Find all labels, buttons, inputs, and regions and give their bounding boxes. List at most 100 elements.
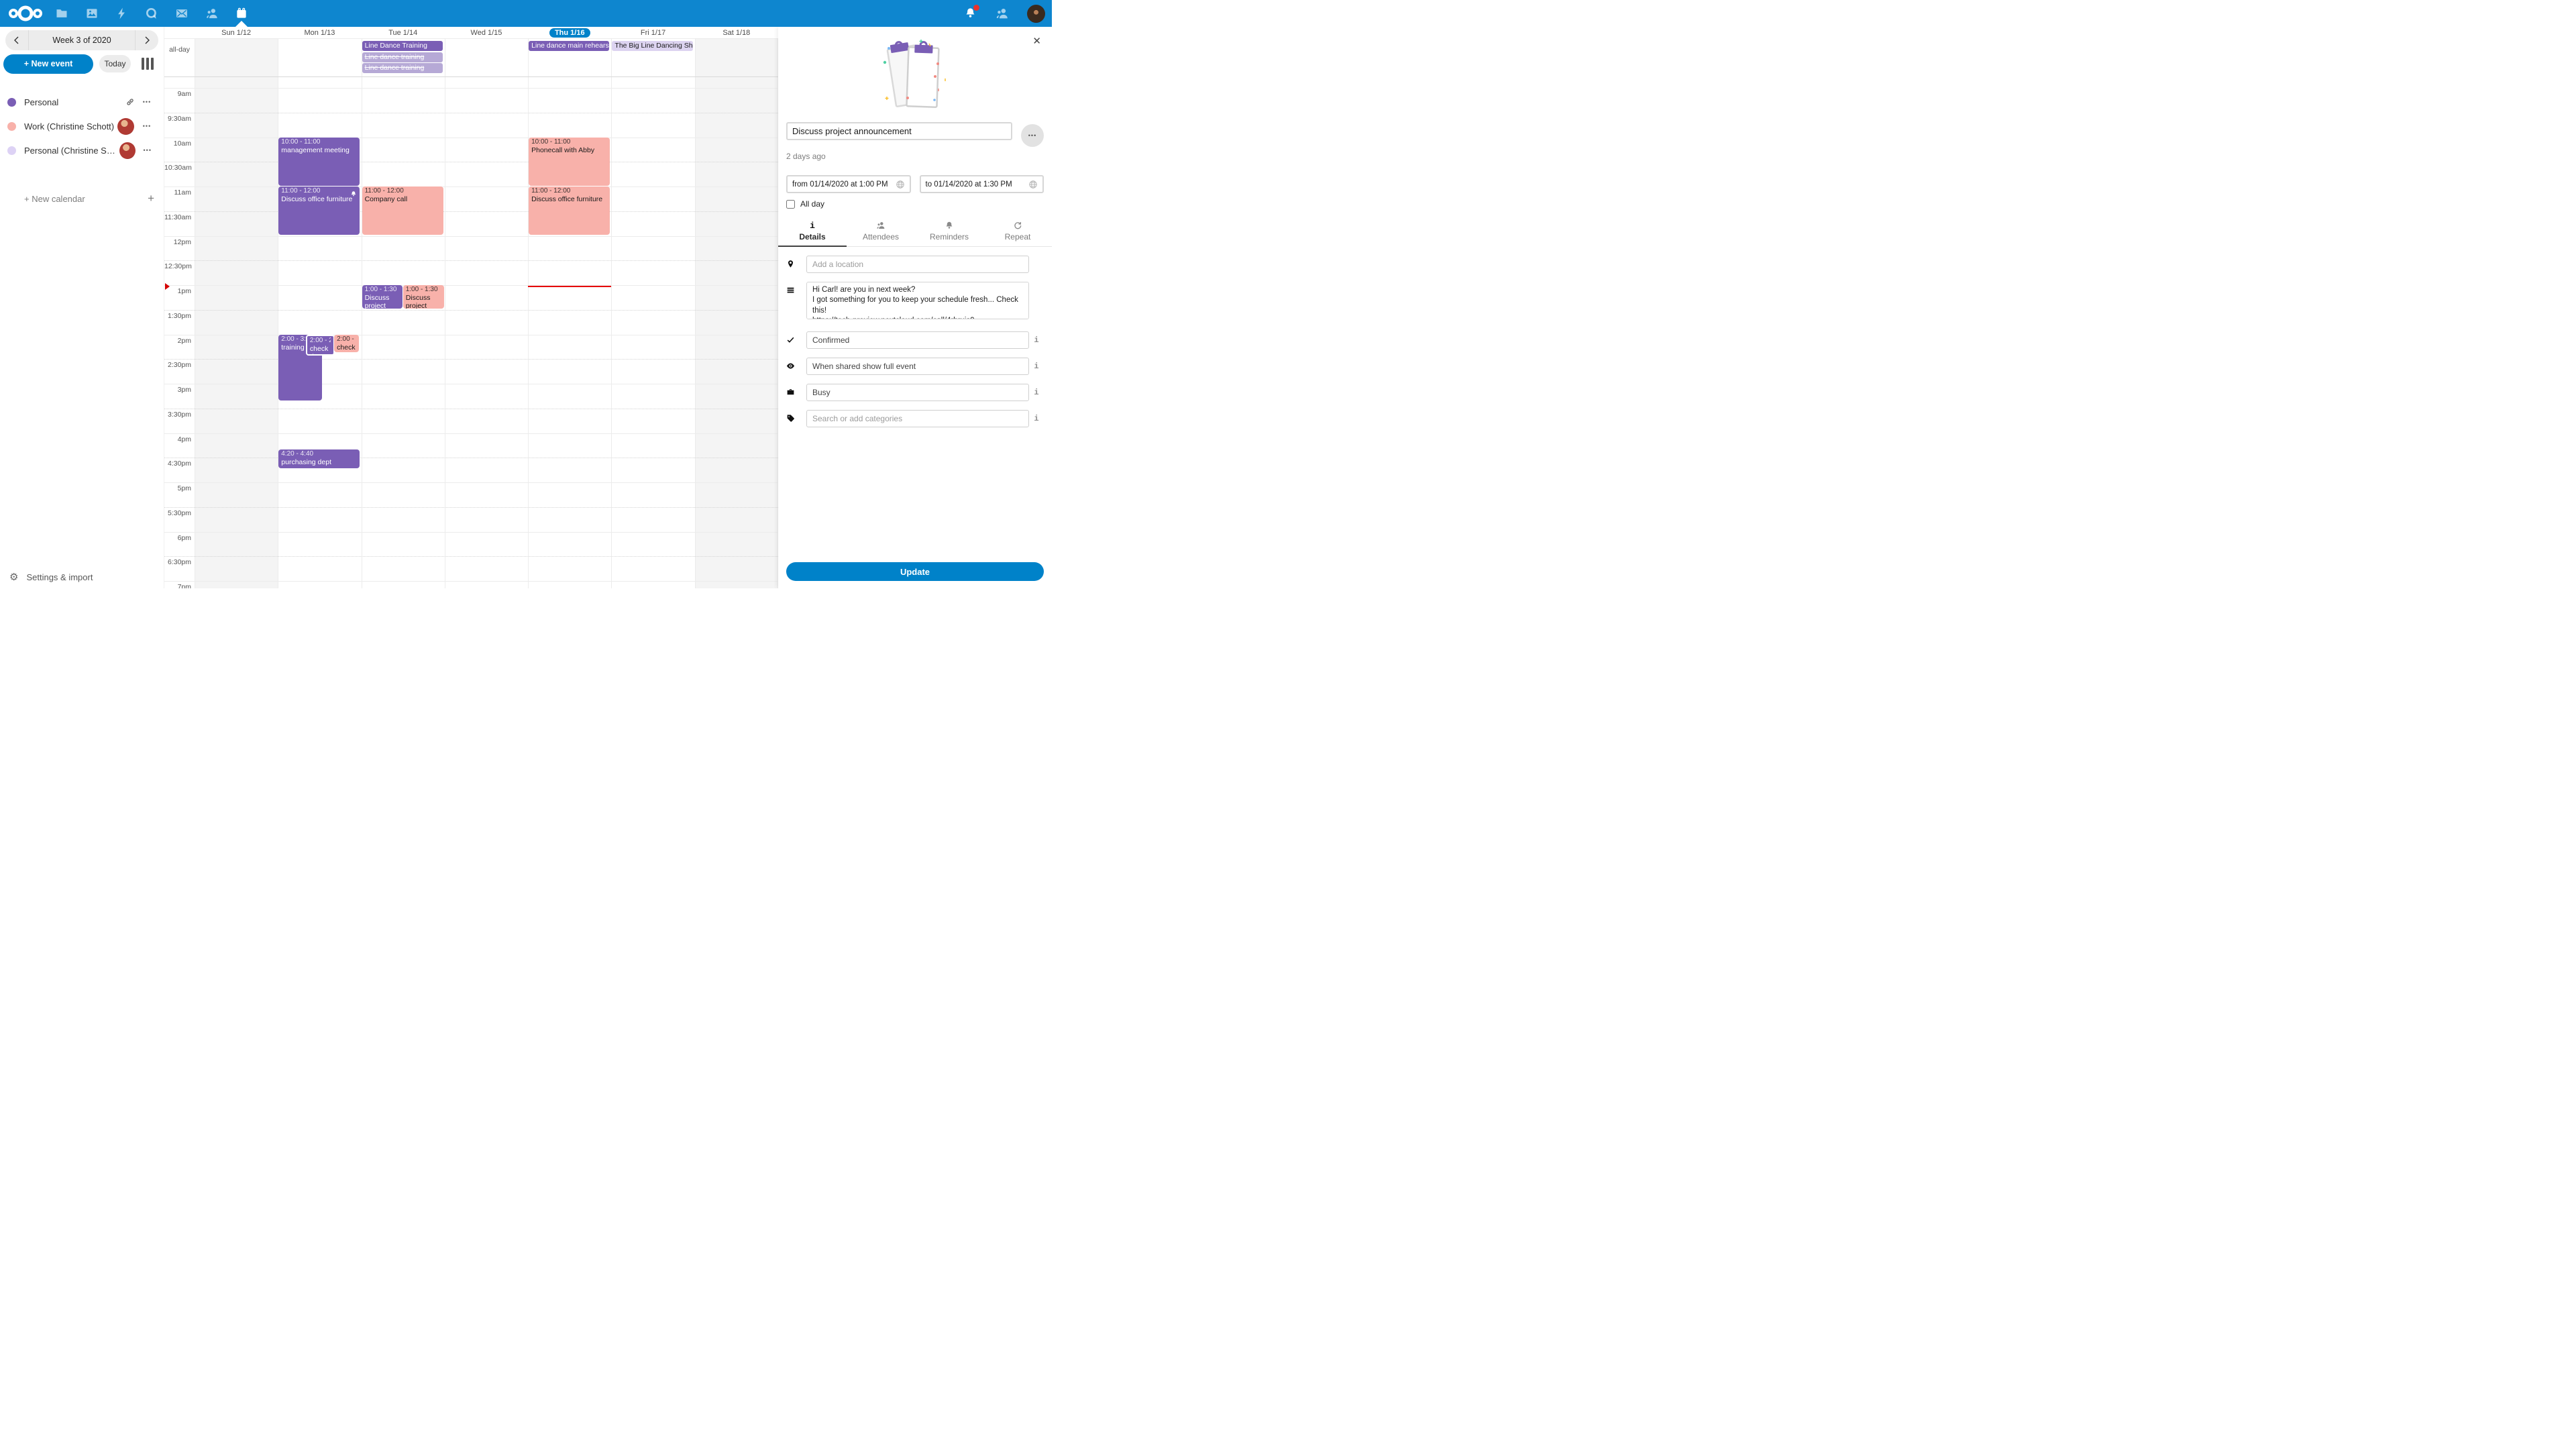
day-header-cell: Fri 1/17 xyxy=(611,27,694,38)
visibility-info-icon[interactable]: i xyxy=(1029,358,1044,375)
day-label: Fri 1/17 xyxy=(641,29,665,37)
calendar-color-dot xyxy=(7,146,16,155)
day-label: Mon 1/13 xyxy=(304,29,335,37)
notifications-bell-icon[interactable] xyxy=(964,7,977,20)
allday-event[interactable]: Line dance training xyxy=(362,52,443,62)
calendar-item[interactable]: Personal ••• xyxy=(0,90,164,114)
calendar-item[interactable]: Personal (Christine Schott)••• xyxy=(0,138,164,162)
half-hour-line xyxy=(164,310,778,311)
app-mail-icon[interactable] xyxy=(167,0,197,27)
hour-line xyxy=(164,532,778,533)
visibility-select[interactable]: When shared show full event xyxy=(806,358,1029,375)
end-date-field[interactable]: to 01/14/2020 at 1:30 PM xyxy=(920,175,1044,193)
freebusy-info-icon[interactable]: i xyxy=(1029,384,1044,401)
categories-input[interactable] xyxy=(806,410,1029,427)
event[interactable]: 2:00 - 2:20check-in xyxy=(334,335,359,353)
tab-label: Details xyxy=(778,232,847,242)
calendar-actions-menu-icon[interactable]: ••• xyxy=(140,147,156,154)
app-calendar-icon[interactable] xyxy=(227,0,257,27)
previous-week-button[interactable] xyxy=(5,30,28,50)
app-files-icon[interactable] xyxy=(47,0,77,27)
day-header-cell: Tue 1/14 xyxy=(362,27,445,38)
new-event-button[interactable]: + New event xyxy=(3,54,93,74)
allday-checkbox[interactable] xyxy=(786,200,795,209)
week-view-toggle-icon[interactable] xyxy=(142,58,154,70)
day-header-cell: Wed 1/15 xyxy=(445,27,528,38)
time-label: 6:30pm xyxy=(164,558,191,566)
event[interactable]: 1:00 - 1:30Discuss project xyxy=(403,285,444,309)
event-time: 10:00 - 11:00 xyxy=(531,138,607,146)
event[interactable]: 10:00 - 11:00Phonecall with Abby xyxy=(529,138,610,186)
app-talk-icon[interactable] xyxy=(137,0,167,27)
time-grid[interactable]: 9am9:30am10am10:30am11am11:30am12pm12:30… xyxy=(164,77,778,588)
app-contacts-icon[interactable] xyxy=(197,0,227,27)
description-row: Hi Carl! are you in next week? I got som… xyxy=(786,282,1044,323)
hour-line xyxy=(164,581,778,582)
eye-icon xyxy=(786,358,800,375)
allday-label: all-day xyxy=(164,46,193,54)
settings-import-button[interactable]: ⚙ Settings & import xyxy=(9,571,93,583)
next-week-button[interactable] xyxy=(136,30,158,50)
event[interactable]: 11:00 - 12:00Discuss office furniture xyxy=(529,186,610,235)
location-input[interactable] xyxy=(806,256,1029,273)
categories-row: i xyxy=(786,410,1044,427)
event-title-input[interactable] xyxy=(786,122,1012,140)
description-textarea[interactable]: Hi Carl! are you in next week? I got som… xyxy=(806,282,1029,319)
categories-info-icon[interactable]: i xyxy=(1029,410,1044,427)
calendar-actions-menu-icon[interactable]: ••• xyxy=(138,123,156,129)
calendar-owner-avatar xyxy=(117,118,134,135)
calendar-color-dot xyxy=(7,98,16,107)
time-label: 3pm xyxy=(164,386,191,394)
tab-repeat[interactable]: Repeat xyxy=(983,218,1052,246)
allday-event[interactable]: Line dance training xyxy=(362,63,443,73)
allday-event[interactable]: Line Dance Training xyxy=(362,41,443,51)
app-photos-icon[interactable] xyxy=(77,0,107,27)
calendar-actions-menu-icon[interactable]: ••• xyxy=(138,99,156,105)
allday-event[interactable]: The Big Line Dancing Show xyxy=(612,41,692,51)
event-actions-menu-button[interactable]: ••• xyxy=(1021,124,1044,147)
close-icon[interactable]: ✕ xyxy=(1032,35,1041,47)
event-time: 4:20 - 4:40 xyxy=(281,450,357,458)
allday-checkbox-label: All day xyxy=(800,199,824,209)
event[interactable]: 11:00 - 12:00Company call xyxy=(362,186,443,235)
nextcloud-logo[interactable] xyxy=(8,3,43,24)
half-hour-line xyxy=(164,507,778,508)
share-link-icon[interactable] xyxy=(122,97,138,107)
day-header-cell: Mon 1/13 xyxy=(278,27,361,38)
new-calendar-button[interactable]: + New calendar + xyxy=(0,189,164,209)
event[interactable]: 4:20 - 4:40purchasing dept xyxy=(278,449,360,468)
user-avatar[interactable] xyxy=(1027,5,1045,23)
time-label: 9:30am xyxy=(164,115,191,123)
status-select[interactable]: Confirmed xyxy=(806,331,1029,349)
allday-checkbox-row: All day xyxy=(786,199,1044,209)
app-activity-icon[interactable] xyxy=(107,0,137,27)
calendar-item[interactable]: Work (Christine Schott)••• xyxy=(0,114,164,138)
start-date-field[interactable]: from 01/14/2020 at 1:00 PM xyxy=(786,175,911,193)
event[interactable]: 10:00 - 11:00management meeting xyxy=(278,138,360,186)
visibility-row: When shared show full event i xyxy=(786,358,1044,375)
time-label: 10am xyxy=(164,140,191,148)
tab-attendees[interactable]: Attendees xyxy=(847,218,915,246)
event[interactable]: 1:00 - 1:30Discuss project announcement xyxy=(362,285,403,309)
event-time: 11:00 - 12:00 xyxy=(531,187,607,195)
event[interactable]: 2:00 - 2:30check-in xyxy=(306,335,335,356)
timezone-globe-icon[interactable] xyxy=(1028,180,1038,189)
location-pin-icon xyxy=(786,256,800,273)
freebusy-select[interactable]: Busy xyxy=(806,384,1029,401)
allday-event[interactable]: Line dance main rehearsal xyxy=(529,41,609,51)
contacts-menu-icon[interactable] xyxy=(995,6,1010,21)
week-label[interactable]: Week 3 of 2020 xyxy=(28,30,136,50)
current-time-arrow-icon xyxy=(165,283,170,290)
tab-details[interactable]: iDetails xyxy=(778,218,847,246)
event-title: purchasing dept xyxy=(281,458,357,466)
day-label: Sun 1/12 xyxy=(221,29,251,37)
timezone-globe-icon[interactable] xyxy=(896,180,905,189)
today-button[interactable]: Today xyxy=(99,55,131,72)
calendar-name: Personal xyxy=(24,97,58,107)
status-info-icon[interactable]: i xyxy=(1029,331,1044,349)
location-row xyxy=(786,256,1044,273)
tab-reminders[interactable]: Reminders xyxy=(915,218,983,246)
half-hour-line xyxy=(164,556,778,557)
update-button[interactable]: Update xyxy=(786,562,1044,581)
event[interactable]: 11:00 - 12:00Discuss office furniture xyxy=(278,186,360,235)
